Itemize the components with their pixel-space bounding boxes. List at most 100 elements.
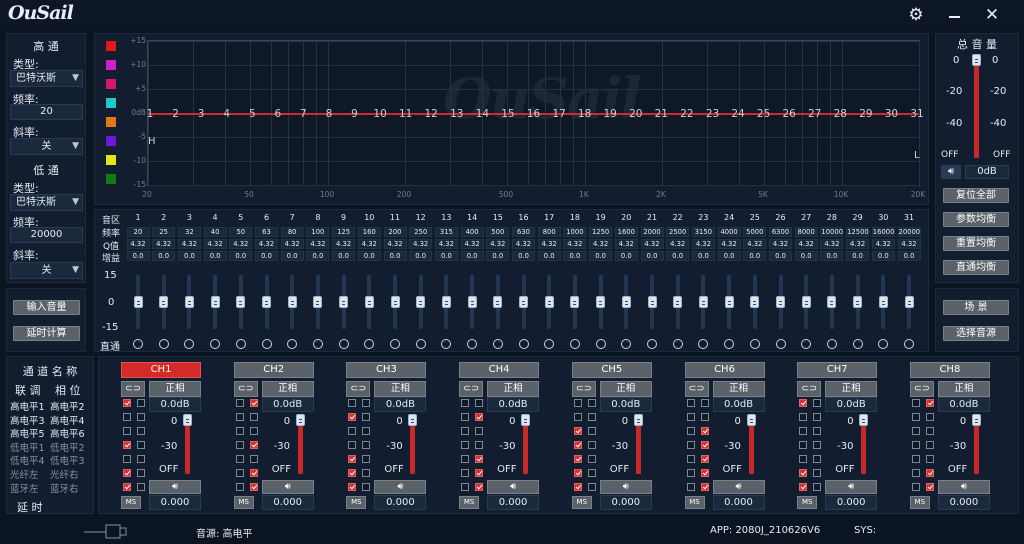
band-q-field[interactable]: 4.32 xyxy=(537,239,561,249)
channel-delay-input[interactable]: 0.000 xyxy=(825,495,878,510)
band-bypass-radio[interactable] xyxy=(338,339,349,349)
eq-point-1[interactable]: 1 xyxy=(140,108,160,120)
band-q-field[interactable]: 4.32 xyxy=(563,239,587,249)
channel-volume-thumb[interactable] xyxy=(183,414,192,426)
phase-checkbox[interactable] xyxy=(925,413,934,421)
link-checkbox[interactable] xyxy=(573,427,582,435)
channel-volume-track[interactable] xyxy=(185,418,190,474)
band-freq-field[interactable]: 1250 xyxy=(589,227,613,237)
band-gain-field[interactable]: 0.0 xyxy=(640,251,664,261)
link-checkbox[interactable] xyxy=(123,483,131,491)
link-button[interactable]: ⊂⊃ xyxy=(121,381,145,397)
color-swatch-6[interactable] xyxy=(106,136,116,146)
color-swatch-3[interactable] xyxy=(106,79,116,89)
link-checkbox[interactable] xyxy=(911,483,920,491)
highpass-slope-select[interactable]: 关 ▼ xyxy=(10,138,83,155)
phase-checkbox[interactable] xyxy=(137,469,145,477)
link-checkbox[interactable] xyxy=(573,399,582,407)
eq-point-20[interactable]: 20 xyxy=(626,108,646,120)
phase-checkbox[interactable] xyxy=(700,441,709,449)
speaker-icon[interactable]: 🔊︎ xyxy=(941,165,961,179)
band-bypass-radio[interactable] xyxy=(569,339,580,349)
band-slider-thumb[interactable] xyxy=(853,296,863,308)
phase-checkbox[interactable] xyxy=(362,469,371,477)
phase-checkbox[interactable] xyxy=(475,413,484,421)
channel-gain-input[interactable]: 0.0dB xyxy=(825,397,878,412)
link-checkbox[interactable] xyxy=(911,469,920,477)
channel-gain-input[interactable]: 0.0dB xyxy=(487,397,540,412)
channel-volume-thumb[interactable] xyxy=(408,414,418,426)
band-q-field[interactable]: 4.32 xyxy=(614,239,638,249)
master-volume-thumb[interactable] xyxy=(972,54,981,66)
eq-point-6[interactable]: 6 xyxy=(268,108,288,120)
phase-checkbox[interactable] xyxy=(925,399,934,407)
channel-tab-ch7[interactable]: CH7 xyxy=(797,362,878,378)
channel-delay-input[interactable]: 0.000 xyxy=(937,495,990,510)
band-freq-field[interactable]: 20 xyxy=(126,227,150,237)
eq-point-10[interactable]: 10 xyxy=(370,108,390,120)
eq-point-27[interactable]: 27 xyxy=(805,108,825,120)
phase-checkbox[interactable] xyxy=(587,469,596,477)
band-q-field[interactable]: 4.32 xyxy=(383,239,407,249)
eq-point-12[interactable]: 12 xyxy=(421,108,441,120)
band-freq-field[interactable]: 8000 xyxy=(794,227,818,237)
link-checkbox[interactable] xyxy=(348,469,357,477)
phase-checkbox[interactable] xyxy=(475,441,484,449)
channel-volume-thumb[interactable] xyxy=(746,414,756,426)
phase-checkbox[interactable] xyxy=(813,469,822,477)
link-button[interactable]: ⊂⊃ xyxy=(684,381,709,397)
channel-volume-track[interactable] xyxy=(410,418,416,474)
link-checkbox[interactable] xyxy=(686,469,695,477)
select-source-button[interactable]: 选择音源 xyxy=(943,326,1009,341)
phase-checkbox[interactable] xyxy=(813,413,822,421)
link-checkbox[interactable] xyxy=(461,413,470,421)
phase-button[interactable]: 正相 xyxy=(149,381,201,397)
lowpass-type-select[interactable]: 巴特沃斯 ▼ xyxy=(10,194,83,211)
band-gain-field[interactable]: 0.0 xyxy=(717,251,741,261)
band-slider-thumb[interactable] xyxy=(467,296,477,308)
input-volume-button[interactable]: 输入音量 xyxy=(13,300,80,315)
link-checkbox[interactable] xyxy=(123,441,131,449)
band-q-field[interactable]: 4.32 xyxy=(486,239,510,249)
band-slider-thumb[interactable] xyxy=(339,296,349,308)
band-q-field[interactable]: 4.32 xyxy=(871,239,895,249)
band-slider-thumb[interactable] xyxy=(673,296,683,308)
link-checkbox[interactable] xyxy=(799,441,808,449)
phase-checkbox[interactable] xyxy=(137,413,145,421)
band-slider-thumb[interactable] xyxy=(776,296,785,308)
link-checkbox[interactable] xyxy=(235,399,244,407)
phase-checkbox[interactable] xyxy=(362,399,371,407)
link-checkbox[interactable] xyxy=(799,413,808,421)
band-gain-field[interactable]: 0.0 xyxy=(152,251,176,261)
minimize-icon[interactable] xyxy=(943,4,965,26)
band-slider-thumb[interactable] xyxy=(416,296,426,308)
lowpass-slope-select[interactable]: 关 ▼ xyxy=(10,262,83,279)
phase-button[interactable]: 正相 xyxy=(261,381,314,397)
phase-checkbox[interactable] xyxy=(700,413,709,421)
band-q-field[interactable]: 4.32 xyxy=(512,239,535,249)
param-eq-button[interactable]: 参数均衡 xyxy=(943,212,1009,227)
phase-checkbox[interactable] xyxy=(137,455,145,463)
channel-delay-input[interactable]: 0.000 xyxy=(487,495,540,510)
phase-checkbox[interactable] xyxy=(362,483,371,491)
band-freq-field[interactable]: 200 xyxy=(383,227,407,237)
link-checkbox[interactable] xyxy=(235,427,244,435)
phase-checkbox[interactable] xyxy=(249,441,258,449)
band-gain-field[interactable]: 0.0 xyxy=(666,251,690,261)
channel-gain-input[interactable]: 0.0dB xyxy=(374,397,427,412)
band-freq-field[interactable]: 500 xyxy=(486,227,510,237)
band-slider-thumb[interactable] xyxy=(493,296,503,308)
channel-gain-input[interactable]: 0.0dB xyxy=(261,397,314,412)
link-checkbox[interactable] xyxy=(573,469,582,477)
eq-point-28[interactable]: 28 xyxy=(830,108,850,120)
link-button[interactable]: ⊂⊃ xyxy=(797,381,822,397)
link-checkbox[interactable] xyxy=(573,441,582,449)
channel-volume-track[interactable] xyxy=(635,418,641,474)
channel-gain-input[interactable]: 0.0dB xyxy=(599,397,652,412)
band-gain-field[interactable]: 0.0 xyxy=(846,251,870,261)
link-checkbox[interactable] xyxy=(911,399,920,407)
lowpass-freq-input[interactable]: 20000 xyxy=(10,227,83,243)
eq-point-31[interactable]: 31 xyxy=(907,108,927,120)
band-slider-thumb[interactable] xyxy=(544,296,554,308)
band-freq-field[interactable]: 100 xyxy=(306,227,330,237)
